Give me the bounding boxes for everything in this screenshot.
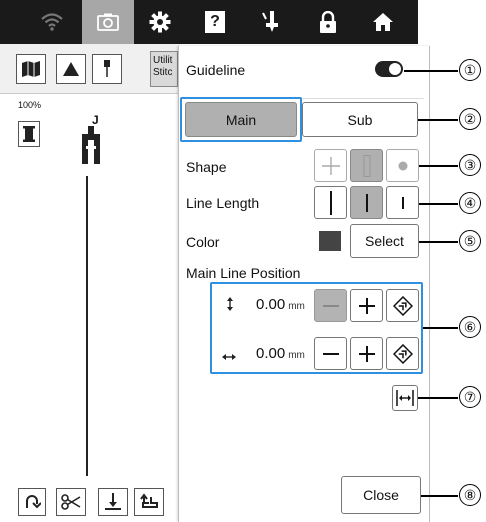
stitch-type-button[interactable]: Utilit Stitc	[150, 51, 178, 87]
plus-icon	[358, 345, 375, 362]
guideline-label: Guideline	[186, 62, 246, 78]
shape-cross-button[interactable]	[314, 149, 347, 182]
tab-sub[interactable]: Sub	[302, 102, 418, 137]
horizontal-position-value: 0.00 mm	[256, 345, 305, 362]
medium-line-icon	[365, 193, 368, 212]
triangle-icon[interactable]	[56, 54, 86, 84]
callout-line-5	[419, 241, 458, 243]
horizontal-reset-button[interactable]	[386, 337, 419, 370]
callout-line-3	[419, 165, 458, 167]
presser-foot-icon[interactable]	[246, 0, 298, 44]
callout-line-7	[418, 397, 458, 399]
spool-icon[interactable]	[18, 121, 40, 147]
callout-line-8	[421, 495, 458, 497]
shape-line-button[interactable]	[350, 149, 383, 182]
callout-1: ①	[459, 59, 481, 81]
reset-diamond-icon	[392, 343, 413, 364]
scissors-icon[interactable]	[56, 488, 86, 516]
shape-dot-button[interactable]	[386, 149, 419, 182]
presser-lift-icon[interactable]	[134, 488, 164, 516]
help-icon[interactable]: ?	[189, 0, 241, 44]
vertical-arrow-icon	[226, 297, 234, 316]
plus-icon	[358, 297, 375, 314]
line-length-medium-button[interactable]	[350, 186, 383, 219]
horizontal-unit: mm	[288, 350, 305, 361]
reset-diamond-icon	[392, 295, 413, 316]
line-length-long-button[interactable]	[314, 186, 347, 219]
vertical-plus-button[interactable]	[350, 289, 383, 322]
callout-line-1	[404, 70, 458, 72]
horizontal-minus-button[interactable]	[314, 337, 347, 370]
book-icon[interactable]	[16, 54, 46, 84]
shape-label: Shape	[186, 159, 227, 175]
gear-icon[interactable]	[134, 0, 186, 44]
zoom-level: 100%	[18, 100, 42, 110]
vertical-reset-button[interactable]	[386, 289, 419, 322]
dot-shape-icon	[398, 161, 407, 170]
center-align-button[interactable]	[392, 385, 418, 411]
color-select-button[interactable]: Select	[350, 224, 419, 258]
close-button[interactable]: Close	[341, 476, 421, 514]
center-align-icon	[396, 390, 414, 406]
stitch-label-line2: Stitc	[153, 67, 173, 78]
presser-foot-letter: J	[92, 113, 99, 127]
vertical-unit: mm	[288, 301, 305, 312]
vertical-value: 0.00	[256, 296, 286, 313]
help-glyph: ?	[205, 11, 225, 33]
color-swatch	[319, 231, 341, 251]
cross-shape-icon	[321, 156, 340, 175]
vertical-position-value: 0.00 mm	[256, 296, 305, 313]
presser-foot-j-icon	[80, 126, 102, 169]
callout-line-6	[423, 327, 458, 329]
callout-4: ④	[459, 192, 481, 214]
home-icon[interactable]	[357, 0, 409, 44]
callout-5: ⑤	[459, 230, 481, 252]
top-toolbar: ?	[0, 0, 418, 44]
callout-8: ⑧	[459, 484, 481, 506]
main-line-position-label: Main Line Position	[186, 265, 301, 281]
callout-line-2	[418, 119, 458, 121]
callout-7: ⑦	[459, 386, 481, 408]
line-length-short-button[interactable]	[386, 186, 419, 219]
stitch-label-line1: Utilit	[153, 55, 173, 66]
callout-3: ③	[459, 154, 481, 176]
minus-icon	[322, 304, 339, 307]
horizontal-arrow-icon	[222, 348, 236, 366]
needle-icon[interactable]	[92, 54, 122, 84]
vertical-minus-button[interactable]	[314, 289, 347, 322]
wifi-icon[interactable]	[26, 0, 78, 44]
lock-icon[interactable]	[302, 0, 354, 44]
short-line-icon	[401, 196, 404, 209]
minus-icon	[322, 352, 339, 355]
needle-position-icon[interactable]	[98, 488, 128, 516]
callout-2: ②	[459, 108, 481, 130]
line-length-label: Line Length	[186, 195, 260, 211]
color-label: Color	[186, 234, 220, 250]
reverse-stitch-icon[interactable]	[18, 488, 46, 516]
long-line-icon	[329, 190, 332, 215]
horizontal-value: 0.00	[256, 345, 286, 362]
callout-6: ⑥	[459, 316, 481, 338]
stitch-line	[86, 176, 88, 476]
line-shape-icon	[363, 154, 370, 177]
guideline-toggle[interactable]	[375, 61, 403, 77]
horizontal-plus-button[interactable]	[350, 337, 383, 370]
toggle-knob	[389, 63, 401, 75]
callout-line-4	[419, 203, 458, 205]
tab-main[interactable]: Main	[185, 102, 297, 137]
camera-icon[interactable]	[82, 0, 134, 44]
